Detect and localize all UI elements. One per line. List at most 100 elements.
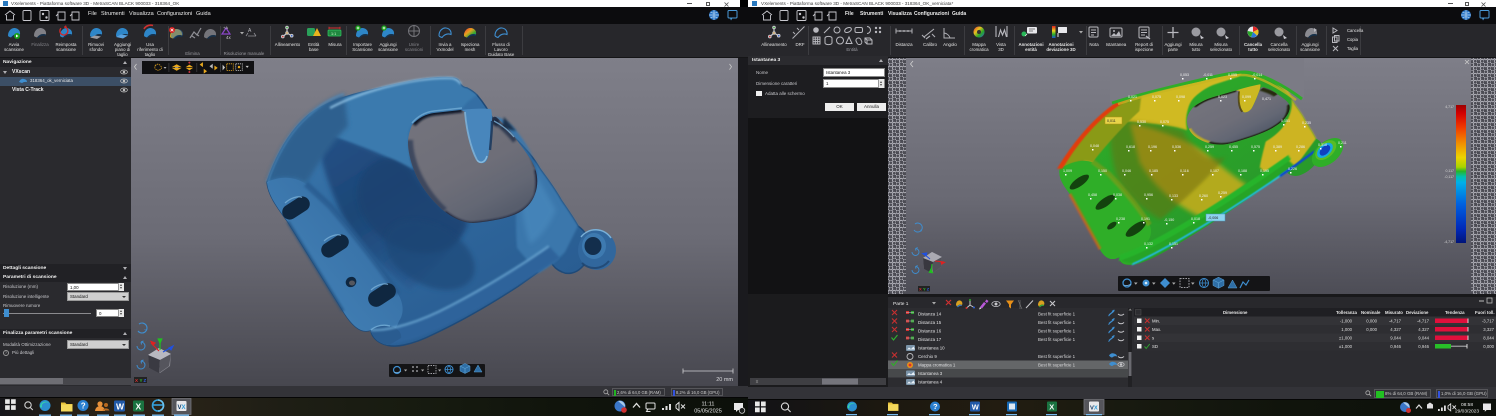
- svg-text:Z: Z: [144, 378, 147, 383]
- svg-text:?: ?: [933, 402, 938, 411]
- svg-text:Tendenza: Tendenza: [1445, 310, 1465, 315]
- svg-text:Nota: Nota: [1089, 42, 1099, 47]
- svg-text:0,098: 0,098: [1176, 95, 1185, 99]
- svg-text:base: base: [309, 47, 319, 52]
- svg-text:29/03/2023: 29/03/2023: [1455, 409, 1479, 415]
- svg-text:Nominale: Nominale: [1361, 310, 1381, 315]
- svg-text:0,191: 0,191: [1141, 217, 1150, 221]
- svg-text:0,458: 0,458: [1088, 193, 1097, 197]
- svg-text:0,151: 0,151: [1281, 119, 1290, 123]
- svg-text:9,044: 9,044: [1418, 336, 1429, 341]
- svg-text:Misura: Misura: [328, 42, 342, 47]
- svg-text:0,075: 0,075: [1160, 120, 1169, 124]
- svg-text:0,318: 0,318: [1318, 143, 1327, 147]
- svg-text:Finalizza: Finalizza: [31, 42, 49, 47]
- svg-text:0,259: 0,259: [1218, 191, 1227, 195]
- svg-text:scansione: scansione: [1300, 47, 1320, 52]
- svg-text:scansioni: scansioni: [405, 47, 423, 52]
- svg-text:Y: Y: [923, 287, 926, 292]
- svg-text:0,211: 0,211: [1338, 141, 1347, 145]
- svg-text:0,055: 0,055: [1228, 73, 1237, 77]
- svg-text:05/05/2025: 05/05/2025: [694, 409, 722, 415]
- svg-text:-4,717: -4,717: [1444, 240, 1454, 244]
- svg-text:tutto: tutto: [1192, 47, 1201, 52]
- svg-text:Min.: Min.: [1152, 319, 1160, 324]
- svg-text:-4,717: -4,717: [1389, 319, 1402, 324]
- svg-text:0,117: 0,117: [1446, 169, 1455, 173]
- svg-text:1,000: 1,000: [1341, 327, 1352, 332]
- svg-text:0,260: 0,260: [1199, 194, 1208, 198]
- svg-text:Allineamento: Allineamento: [275, 42, 301, 47]
- svg-text:selezionato: selezionato: [1210, 47, 1233, 52]
- svg-text:±1,000: ±1,000: [1339, 336, 1353, 341]
- svg-text:Tolleranza: Tolleranza: [1336, 310, 1358, 315]
- svg-text:scansione: scansione: [4, 47, 24, 52]
- svg-text:Best fit superficie 1: Best fit superficie 1: [1038, 363, 1076, 368]
- svg-text:Istantanea: Istantanea: [1106, 42, 1127, 47]
- svg-text:-0,014: -0,014: [1252, 73, 1262, 77]
- svg-text:08:58: 08:58: [1461, 402, 1473, 408]
- svg-text:0,116: 0,116: [1180, 169, 1189, 173]
- svg-text:9,044: 9,044: [1390, 336, 1401, 341]
- svg-text:Best fit superficie 1: Best fit superficie 1: [1038, 354, 1076, 359]
- svg-text:8,044: 8,044: [1483, 336, 1494, 341]
- svg-text:Istantanea 10: Istantanea 10: [918, 346, 945, 351]
- svg-text:0,188: 0,188: [1238, 169, 1247, 173]
- svg-text:0,038: 0,038: [1113, 193, 1122, 197]
- svg-text:0,389: 0,389: [1273, 145, 1282, 149]
- svg-text:Calibro: Calibro: [923, 42, 937, 47]
- svg-text:X: X: [919, 287, 922, 292]
- svg-text:Guidato Base: Guidato Base: [488, 52, 515, 57]
- svg-text:mesh: mesh: [465, 47, 476, 52]
- svg-text:Entità: Entità: [846, 47, 858, 52]
- svg-text:Misurato: Misurato: [1385, 310, 1403, 315]
- svg-text:taglio: taglio: [145, 52, 156, 57]
- svg-text:tutto: tutto: [1248, 47, 1258, 52]
- svg-text:0,455: 0,455: [1229, 145, 1238, 149]
- svg-text:0,053: 0,053: [1180, 73, 1189, 77]
- svg-text:ispezione: ispezione: [1135, 47, 1154, 52]
- svg-text:0,000: 0,000: [1483, 344, 1494, 349]
- svg-text:0,099: 0,099: [1242, 95, 1251, 99]
- svg-text:Distanza 14: Distanza 14: [918, 312, 942, 317]
- svg-text:Allineamento: Allineamento: [761, 42, 787, 47]
- svg-text:selezionato: selezionato: [1268, 47, 1291, 52]
- svg-text:Angolo: Angolo: [943, 42, 957, 47]
- svg-text:0,048: 0,048: [1090, 144, 1099, 148]
- svg-text:Istantanea 3: Istantanea 3: [918, 371, 943, 376]
- svg-text:SD: SD: [1152, 344, 1158, 349]
- svg-text:Deviazione: Deviazione: [1406, 310, 1429, 315]
- svg-text:0,196: 0,196: [1148, 145, 1157, 149]
- svg-text:3,327: 3,327: [1483, 327, 1494, 332]
- svg-text:-0,011: -0,011: [1203, 73, 1213, 77]
- svg-text:0,018: 0,018: [1191, 217, 1200, 221]
- svg-text:sfondo: sfondo: [89, 47, 103, 52]
- svg-text:X: X: [135, 378, 138, 383]
- svg-text:Distanza 17: Distanza 17: [918, 337, 942, 342]
- svg-text:X: X: [136, 401, 142, 411]
- svg-text:0,956: 0,956: [1144, 193, 1153, 197]
- svg-text:taglio: taglio: [117, 52, 128, 57]
- svg-text:W: W: [116, 401, 125, 411]
- svg-text:0,150: 0,150: [1098, 169, 1107, 173]
- svg-text:Risoluzione manuale: Risoluzione manuale: [224, 51, 265, 56]
- svg-text:Distanza 15: Distanza 15: [918, 320, 942, 325]
- svg-text:0,575: 0,575: [1251, 145, 1260, 149]
- svg-text:Cerchio 9: Cerchio 9: [918, 354, 937, 359]
- svg-text:0,226: 0,226: [1288, 167, 1297, 171]
- svg-text:Copia: Copia: [1347, 37, 1359, 42]
- svg-text:4x: 4x: [226, 35, 232, 40]
- svg-text:1:1: 1:1: [331, 32, 336, 36]
- svg-text:deviazione 3D: deviazione 3D: [1046, 47, 1075, 52]
- svg-text:0,151: 0,151: [1169, 242, 1178, 246]
- svg-text:3D: 3D: [998, 47, 1004, 52]
- svg-text:DRF: DRF: [795, 42, 804, 47]
- svg-text:0,000: 0,000: [1366, 327, 1377, 332]
- svg-text:-4,717: -4,717: [1417, 319, 1430, 324]
- svg-text:0,946: 0,946: [1390, 344, 1401, 349]
- svg-text:11:11: 11:11: [702, 402, 715, 408]
- svg-text:A: A: [248, 28, 252, 34]
- svg-text:Scansione: Scansione: [352, 47, 373, 52]
- svg-text:0,238: 0,238: [1116, 217, 1125, 221]
- svg-text:4,327: 4,327: [1418, 327, 1429, 332]
